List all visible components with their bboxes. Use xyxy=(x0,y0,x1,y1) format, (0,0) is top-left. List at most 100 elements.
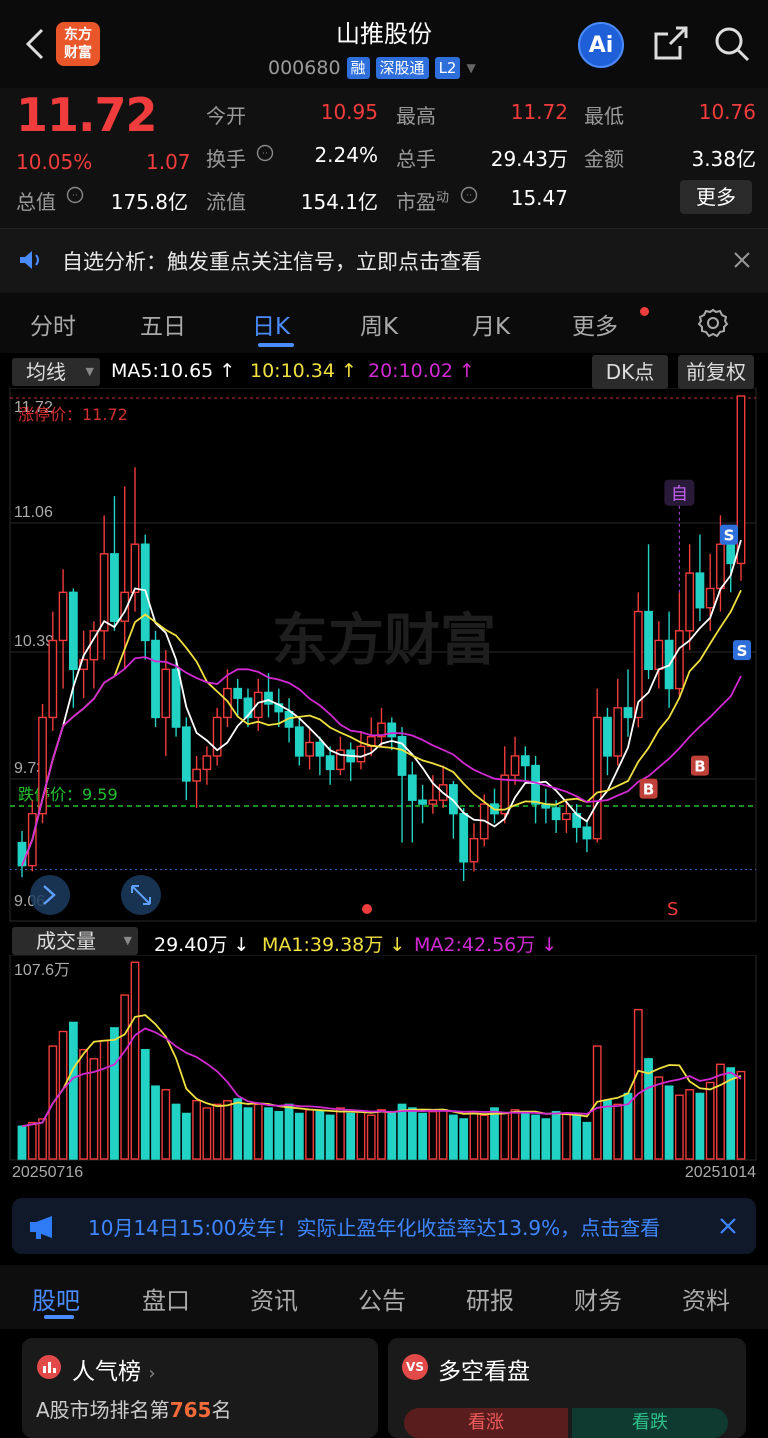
volume-bar xyxy=(38,1118,47,1160)
close-icon[interactable] xyxy=(732,250,752,270)
tab-more[interactable]: 更多 xyxy=(572,307,618,341)
candle-body xyxy=(736,395,746,565)
chevron-down-icon[interactable]: ▼ xyxy=(466,61,475,75)
close-icon[interactable] xyxy=(718,1216,738,1236)
volume-bar xyxy=(130,961,140,1160)
settings-gear-icon[interactable] xyxy=(697,307,729,339)
tab-news[interactable]: 资讯 xyxy=(250,1281,298,1316)
scroll-left-button xyxy=(30,875,70,915)
volume-bar xyxy=(664,1085,674,1160)
info-icon[interactable]: ·· xyxy=(66,186,84,204)
ai-button[interactable]: Ai xyxy=(578,22,624,68)
float-cap-value: 154.1亿 xyxy=(300,190,378,214)
stock-code-row: 000680 融 深股通 L2 ▼ xyxy=(268,56,476,80)
margin-badge: 融 xyxy=(346,57,370,79)
volume-bar xyxy=(520,1110,530,1160)
pe-value: 15.47 xyxy=(510,186,568,210)
svg-text:··: ·· xyxy=(72,191,78,201)
volume-value: 29.43万 xyxy=(490,147,568,171)
tab-financials[interactable]: 财务 xyxy=(574,1281,622,1316)
turnover-value: 2.24% xyxy=(314,143,378,167)
volume-bar xyxy=(736,1070,746,1160)
volume-bar xyxy=(223,1100,232,1160)
volume-bar xyxy=(674,1094,684,1160)
tab-pankou[interactable]: 盘口 xyxy=(142,1281,190,1316)
volume-bar xyxy=(633,1008,643,1160)
volume-bar xyxy=(397,1103,407,1160)
buy-marker: B xyxy=(694,758,705,776)
volume-bar xyxy=(27,1121,37,1160)
info-icon[interactable]: ·· xyxy=(460,186,478,204)
tab-weekly-k[interactable]: 周K xyxy=(360,307,398,341)
volume-bar xyxy=(243,1107,253,1160)
info-icon[interactable]: ·· xyxy=(256,144,274,162)
ma5-line xyxy=(21,539,742,867)
bull-bear-title: 多空看盘 xyxy=(438,1359,530,1385)
tab-announcements[interactable]: 公告 xyxy=(358,1281,406,1316)
float-cap-label: 流值 xyxy=(206,190,246,214)
candle-body xyxy=(428,799,438,805)
tab-guba[interactable]: 股吧 xyxy=(32,1281,80,1316)
bull-button[interactable]: 看涨 xyxy=(404,1408,568,1438)
volume-label: 总手 xyxy=(396,147,436,171)
high-value: 11.72 xyxy=(510,100,568,124)
candlestick-chart[interactable]: 11.7211.0610.399.739.06东方财富涨停价：11.72跌停价：… xyxy=(0,388,768,923)
volume-bar xyxy=(120,994,130,1160)
volume-bar xyxy=(305,1109,314,1160)
dk-point-button[interactable]: DK点 xyxy=(592,355,668,389)
l2-badge: L2 xyxy=(434,57,461,79)
last-price: 11.72 xyxy=(16,88,158,142)
buy-marker: B xyxy=(643,781,654,799)
open-label: 今开 xyxy=(206,104,246,128)
popularity-card[interactable]: 人气榜 › A股市场排名第765名 xyxy=(22,1338,378,1438)
volume-bar xyxy=(695,1092,705,1160)
popularity-rank-text: A股市场排名第765名 xyxy=(36,1398,232,1422)
megaphone-icon xyxy=(30,1216,52,1239)
turnover-label: 换手 xyxy=(206,147,246,171)
tab-profile[interactable]: 资料 xyxy=(682,1281,730,1316)
banner-text: 自选分析：触发重点关注信号，立即点击查看 xyxy=(62,250,482,274)
ma-selector[interactable]: 均线 ▼ xyxy=(12,358,100,386)
vs-icon: VS xyxy=(402,1354,428,1380)
volume-bar xyxy=(654,1076,664,1160)
candle-body xyxy=(582,826,592,840)
volume-bar xyxy=(315,1110,325,1160)
volume-chart[interactable]: 107.6万 20250716 20251014 xyxy=(0,955,768,1183)
volume-ma1: MA1:39.38万 ↓ xyxy=(262,934,406,956)
candle-body xyxy=(294,726,304,757)
candle-body xyxy=(613,707,623,757)
candle-body xyxy=(17,841,27,867)
volume-bar xyxy=(89,1058,99,1160)
tab-daily-k[interactable]: 日K xyxy=(252,307,290,341)
adjust-button[interactable]: 前复权 xyxy=(678,355,754,389)
candle-body xyxy=(623,707,633,719)
tab-five-day[interactable]: 五日 xyxy=(140,307,186,341)
bull-bear-card[interactable]: VS 多空看盘 看涨 看跌 xyxy=(388,1338,746,1438)
volume-bar xyxy=(613,1103,623,1160)
tab-research[interactable]: 研报 xyxy=(466,1281,514,1316)
candle-body xyxy=(561,812,571,821)
volume-bar xyxy=(469,1110,479,1160)
tab-intraday[interactable]: 分时 xyxy=(30,307,76,341)
limit-up-label: 涨停价：11.72 xyxy=(18,405,128,424)
candle-body xyxy=(99,553,109,632)
y-tick-label: 10.39 xyxy=(14,633,54,650)
bear-button[interactable]: 看跌 xyxy=(572,1408,728,1438)
volume-bar xyxy=(264,1107,273,1160)
share-icon[interactable] xyxy=(650,24,690,64)
candle-body xyxy=(531,764,540,805)
high-label: 最高 xyxy=(396,104,436,128)
volume-bar xyxy=(192,1100,202,1160)
volume-bar xyxy=(274,1110,284,1160)
tab-monthly-k[interactable]: 月K xyxy=(472,307,510,341)
more-button[interactable]: 更多 xyxy=(680,180,752,214)
search-icon[interactable] xyxy=(712,24,752,64)
volume-selector[interactable]: 成交量 ▼ xyxy=(12,927,138,955)
svg-text:··: ·· xyxy=(466,191,472,201)
ranking-icon xyxy=(37,1355,61,1379)
active-bottom-tab-indicator xyxy=(44,1315,74,1319)
candle-body xyxy=(161,668,171,719)
volume-bar xyxy=(407,1107,417,1160)
speaker-icon xyxy=(20,251,39,269)
volume-bar xyxy=(582,1121,592,1160)
